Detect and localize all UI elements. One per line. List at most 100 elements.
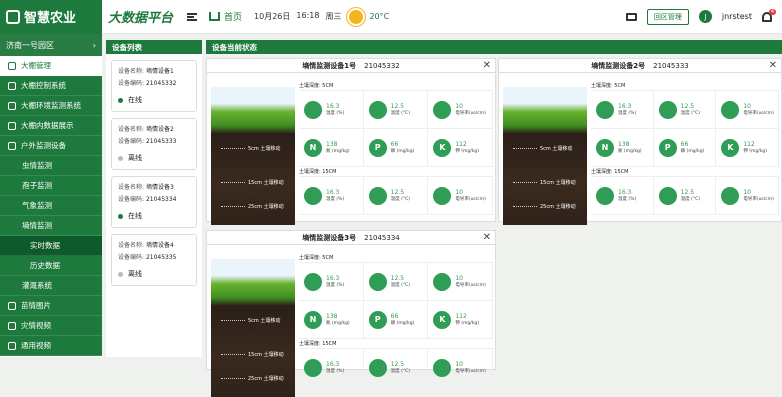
reading-value: 10 bbox=[455, 189, 463, 196]
datetime: 10月26日 16:18 周三 bbox=[254, 11, 341, 22]
device-code-row: 设备编码: 21045332 bbox=[118, 80, 177, 87]
sidebar-item-label: 历史数据 bbox=[30, 261, 60, 270]
depth-marker: 5cm 土壤移动 bbox=[248, 146, 281, 152]
reading-unit: 氮 (mg/kg) bbox=[326, 321, 350, 326]
sidebar-item-seedling[interactable]: 苗情图片 bbox=[0, 296, 102, 316]
platform-title: 大数据平台 bbox=[108, 11, 174, 26]
nutrient-icon: K bbox=[721, 138, 740, 157]
sidebar-item-pest[interactable]: 虫情监测 bbox=[0, 156, 102, 176]
sidebar-item-label: 虫情监测 bbox=[22, 161, 52, 170]
reading-value: 16.3 bbox=[618, 103, 632, 110]
reading-value: 66 bbox=[390, 313, 399, 320]
bell-icon[interactable]: 4 bbox=[762, 8, 776, 22]
reading-unit: 电导率(us/cm) bbox=[743, 111, 774, 116]
sidebar-item-env[interactable]: 大棚环境监测系统 bbox=[0, 96, 102, 116]
close-icon[interactable]: ✕ bbox=[483, 60, 491, 71]
depth-label: 土壤深度: 5CM bbox=[299, 255, 334, 261]
depth-marker: 25cm 土壤移动 bbox=[540, 204, 576, 210]
monitor-icon[interactable] bbox=[625, 12, 637, 21]
reading-unit: 温度 (°C) bbox=[390, 197, 410, 202]
sidebar-item-irrigation[interactable]: 灌溉系统 bbox=[0, 276, 102, 296]
reading-cell: 10 电导率(us/cm) bbox=[428, 177, 493, 215]
device-name-row: 设备名称: 墒情设备3 bbox=[118, 184, 174, 191]
sensor-icon bbox=[368, 272, 387, 291]
reading-cell: 12.5 温度 (°C) bbox=[363, 349, 429, 387]
reading-cell: 10 电导率(us/cm) bbox=[716, 177, 779, 215]
reading-value: 12.5 bbox=[390, 361, 405, 368]
device-card[interactable]: 设备名称: 墒情设备1 设备编码: 21045332 在线 bbox=[111, 60, 197, 112]
depth-label: 土壤深度: 15CM bbox=[299, 169, 337, 175]
notification-badge: 4 bbox=[768, 8, 776, 15]
reading-value: 112 bbox=[455, 141, 467, 148]
sidebar-item-greenhouse[interactable]: 大棚管理 bbox=[0, 56, 102, 76]
reading-cell: N 138 氮 (mg/kg) bbox=[591, 129, 654, 167]
sensor-icon bbox=[596, 100, 614, 119]
sidebar-item-spore[interactable]: 孢子监测 bbox=[0, 176, 102, 196]
sidebar-item-outdoor[interactable]: 户外监测设备 bbox=[0, 136, 102, 156]
reading-value: 16.3 bbox=[326, 103, 340, 110]
reading-unit: 温度 (°C) bbox=[680, 197, 700, 202]
sidebar-item-label: 气象监测 bbox=[22, 201, 52, 210]
readings: 土壤深度: 5CM 16.3 温度 (%) 12.5 温度 (°C) 10 电导率(us/c… bbox=[591, 81, 779, 215]
home-icon bbox=[8, 61, 16, 70]
reading-value: 112 bbox=[743, 141, 755, 148]
home-link[interactable]: 首页 bbox=[209, 10, 242, 23]
sidebar-item-soil[interactable]: 墒情监测 bbox=[0, 216, 102, 236]
device-list-title: 设备列表 bbox=[106, 40, 202, 54]
depth-marker: 25cm 土壤移动 bbox=[248, 376, 284, 382]
reading-unit: 温度 (°C) bbox=[390, 369, 410, 374]
sidebar-item-weather[interactable]: 气象监测 bbox=[0, 196, 102, 216]
depth-label: 土壤深度: 15CM bbox=[299, 341, 337, 347]
username[interactable]: jnrstest bbox=[722, 12, 752, 21]
reading-cell: 16.3 温度 (%) bbox=[299, 263, 364, 301]
reading-value: 16.3 bbox=[326, 189, 340, 196]
close-icon[interactable]: ✕ bbox=[483, 232, 491, 243]
region-selector[interactable]: 济南一号园区 › bbox=[0, 34, 102, 56]
reading-unit: 电导率(us/cm) bbox=[455, 283, 486, 288]
device-card[interactable]: 设备名称: 墒情设备2 设备编码: 21045333 离线 bbox=[111, 118, 197, 170]
reading-value: 112 bbox=[455, 313, 467, 320]
reading-value: 10 bbox=[743, 103, 751, 110]
sensor-icon bbox=[433, 272, 452, 291]
device-status-card: 墒情监测设备1号 21045332 ✕ 5cm 土壤移动 15cm 土壤移动 25cm 土… bbox=[206, 58, 496, 225]
env-icon bbox=[8, 101, 16, 110]
sidebar-item-general[interactable]: 通用视频 bbox=[0, 336, 102, 356]
sensor-icon bbox=[304, 186, 322, 205]
leaf-icon bbox=[6, 9, 20, 24]
depth-label: 土壤深度: 5CM bbox=[299, 83, 334, 89]
sidebar-item-data[interactable]: 大棚内数据展示 bbox=[0, 116, 102, 136]
device-status: 在线 bbox=[118, 95, 142, 105]
card-title: 墒情监测设备3号 bbox=[302, 233, 357, 242]
reading-unit: 温度 (°C) bbox=[390, 111, 410, 116]
device-card[interactable]: 设备名称: 墒情设备3 设备编码: 21045334 在线 bbox=[111, 176, 197, 228]
image-icon bbox=[8, 301, 16, 310]
menu-toggle-icon[interactable] bbox=[187, 12, 198, 21]
reading-cell: 16.3 温度 (%) bbox=[299, 349, 364, 387]
sidebar-item-disaster[interactable]: 灾情视频 bbox=[0, 316, 102, 336]
reading-cell: 16.3 温度 (%) bbox=[591, 177, 654, 215]
reading-cell: 16.3 温度 (%) bbox=[299, 177, 364, 215]
sidebar-item-realtime[interactable]: 实时数据 bbox=[0, 236, 102, 256]
depth-label: 土壤深度: 5CM bbox=[591, 83, 626, 89]
device-card[interactable]: 设备名称: 墒情设备4 设备编码: 21045335 离线 bbox=[111, 234, 197, 286]
status-dot bbox=[118, 155, 123, 161]
card-header: 墒情监测设备2号 21045333 ✕ bbox=[499, 59, 781, 73]
reading-cell: 12.5 温度 (°C) bbox=[653, 177, 717, 215]
video-icon bbox=[8, 321, 16, 330]
reading-value: 10 bbox=[455, 275, 463, 282]
reading-value: 16.3 bbox=[326, 275, 340, 282]
reading-unit: 氮 (mg/kg) bbox=[618, 149, 642, 154]
device-code-row: 设备编码: 21045334 bbox=[118, 196, 177, 203]
sidebar-item-label: 大棚内数据展示 bbox=[21, 121, 74, 130]
backend-button[interactable]: 回区管理 bbox=[646, 8, 689, 25]
close-icon[interactable]: ✕ bbox=[769, 60, 777, 71]
card-header: 墒情监测设备3号 21045334 ✕ bbox=[207, 231, 495, 245]
reading-unit: 温度 (%) bbox=[326, 369, 345, 374]
reading-cell: P 66 磷 (mg/kg) bbox=[363, 129, 429, 167]
sidebar-item-control[interactable]: 大棚控制系统 bbox=[0, 76, 102, 96]
sidebar-item-label: 户外监测设备 bbox=[21, 141, 66, 150]
avatar[interactable]: J bbox=[698, 10, 712, 23]
sidebar-item-history[interactable]: 历史数据 bbox=[0, 256, 102, 276]
depth-marker: 5cm 土壤移动 bbox=[540, 146, 573, 152]
status-dot bbox=[118, 97, 123, 103]
